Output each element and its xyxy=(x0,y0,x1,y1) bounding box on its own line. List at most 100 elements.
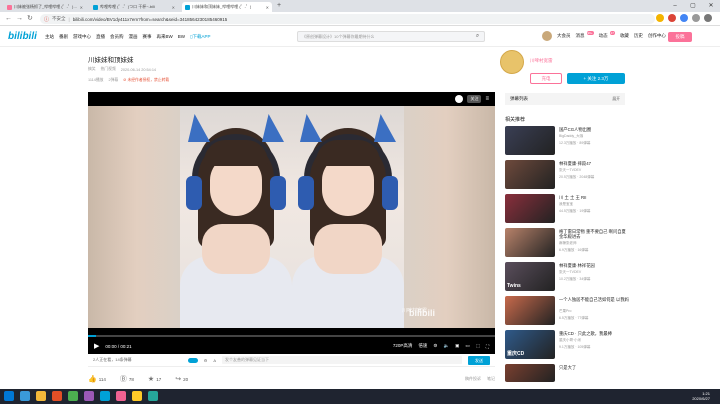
quality-selector[interactable]: 720P高清 xyxy=(393,343,413,349)
related-thumbnail[interactable]: Twins xyxy=(505,262,555,291)
danmaku-list-expand[interactable]: 展开 xyxy=(612,97,620,102)
related-up[interactable]: 麻辣张老师 xyxy=(559,241,629,246)
up-mini-avatar[interactable] xyxy=(455,95,464,103)
browser-tab-2[interactable]: 哔哩哔哩 (゜-゜)つロ 干杯~-bili ✕ xyxy=(90,2,178,12)
volume-icon[interactable]: 🔈 xyxy=(443,343,449,349)
related-thumbnail[interactable] xyxy=(505,160,555,189)
up-name[interactable]: 川啤村宽雷 xyxy=(530,58,553,64)
upload-button[interactable]: 投稿 xyxy=(668,32,692,42)
taskbar-app-icon[interactable] xyxy=(84,391,94,401)
related-thumbnail[interactable] xyxy=(505,296,555,325)
taskbar-clock[interactable]: 1:21 2020/6/27 xyxy=(692,391,710,401)
related-title[interactable]: 林祥夏康·林祥花园 xyxy=(559,263,629,268)
forward-icon[interactable]: → xyxy=(16,14,23,24)
related-title[interactable]: 格丁雷日常物 重不要自己 啊问自夏金华殿进去 xyxy=(559,229,629,239)
nav-item[interactable]: 游戏中心 xyxy=(73,34,91,40)
report-link[interactable]: 稿件投诉 xyxy=(465,376,481,382)
category-link[interactable]: 搞笑 xyxy=(88,67,96,72)
video-frame[interactable]: 川啤村宽雷 bilibili xyxy=(88,106,495,328)
bilibili-logo[interactable]: bilibili xyxy=(8,31,37,42)
related-title[interactable]: 只是大了 xyxy=(559,365,629,370)
player-follow-button[interactable]: 关注 xyxy=(467,95,482,103)
up-avatar[interactable] xyxy=(500,50,524,74)
video-player[interactable]: 关注 ≡ 川啤村宽雷 bilibili ▶ 00:00 / 00:21 720P… xyxy=(88,92,495,354)
like-button[interactable]: 👍 114 xyxy=(88,375,106,383)
taskbar-app-icon[interactable] xyxy=(100,391,110,401)
related-up[interactable]: 我是宝宝 xyxy=(559,202,629,207)
menu-icon[interactable] xyxy=(704,14,712,22)
nav-item[interactable]: BW xyxy=(178,34,185,40)
extension-icon[interactable] xyxy=(668,14,676,22)
nav-messages[interactable]: 消息 xyxy=(576,33,585,39)
charge-button[interactable]: 充电 xyxy=(530,73,562,84)
nav-dynamic[interactable]: 动态 xyxy=(599,33,608,39)
nav-item[interactable]: 番剧 xyxy=(59,34,68,40)
info-icon[interactable]: ⓘ xyxy=(44,16,49,23)
close-tab-icon[interactable]: ✕ xyxy=(80,5,83,10)
danmaku-input[interactable]: 发个友善的弹幕见证当下 xyxy=(222,356,462,364)
nav-item[interactable]: 会员购 xyxy=(110,34,124,40)
related-up[interactable]: 重庆小哥·小米 xyxy=(559,338,629,343)
browser-tab-3[interactable]: 川妹妹和顶妹妹_哔哩哔哩 (゜-゜) ✕ xyxy=(182,2,272,12)
related-thumbnail[interactable] xyxy=(505,194,555,223)
danmaku-list-header[interactable]: 弹幕列表 展开 xyxy=(505,93,625,105)
related-item[interactable]: 一个人独居不能自己活如何是 以我妈 芒果Pro 6.5万播放 · 77弹幕 xyxy=(505,296,630,330)
related-thumbnail[interactable]: 重庆CD xyxy=(505,330,555,359)
nav-history[interactable]: 历史 xyxy=(634,33,643,39)
nav-vip[interactable]: 大会员 xyxy=(557,33,571,39)
search-input[interactable]: 《原创弹幕设计》10个弹幕你最期待什么 ⌕ xyxy=(297,31,485,42)
browser-tab-1[interactable]: 川妹被张杨抓了_哔哩哔哩 (゜-゜)つロ ✕ xyxy=(4,2,86,12)
related-item[interactable]: 格丁雷日常物 重不要自己 啊问自夏金华殿进去 麻辣张老师 6.9万播放 · 16… xyxy=(505,228,630,262)
start-icon[interactable] xyxy=(4,391,14,401)
search-icon[interactable]: ⌕ xyxy=(473,33,482,41)
related-title[interactable]: 一个人独居不能自己活如何是 以我妈 xyxy=(559,297,629,307)
notes-link[interactable]: 笔记 xyxy=(487,376,495,382)
progress-bar[interactable] xyxy=(88,335,495,337)
close-tab-icon[interactable]: ✕ xyxy=(172,5,175,10)
play-icon[interactable]: ▶ xyxy=(94,342,99,350)
nav-item[interactable]: 直播 xyxy=(96,34,105,40)
related-up[interactable]: 张天一TVDEV xyxy=(559,168,629,173)
download-app-link[interactable]: ▯下载APP xyxy=(190,34,211,40)
danmaku-settings-icon[interactable]: ⚙ xyxy=(204,358,208,363)
nav-item[interactable]: 漫画 xyxy=(129,34,138,40)
related-title[interactable]: 林祥夏康·摔跤47 xyxy=(559,161,629,166)
taskbar-app-icon[interactable] xyxy=(132,391,142,401)
star-icon[interactable] xyxy=(656,14,664,22)
fullscreen-icon[interactable]: ⛶ xyxy=(486,344,489,349)
related-title[interactable]: 重庆CD · 只此之歌，我最棒 xyxy=(559,331,629,336)
related-item[interactable]: 林祥夏康·摔跤47 张天一TVDEV 20.5万播放 · 2048弹幕 xyxy=(505,160,630,194)
danmaku-toggle[interactable] xyxy=(187,357,198,363)
profile-icon[interactable] xyxy=(692,14,700,22)
widescreen-icon[interactable]: ▭ xyxy=(465,343,469,349)
related-up[interactable]: 张天一TVDEV xyxy=(559,270,629,275)
reload-icon[interactable]: ↻ xyxy=(27,14,33,24)
close-window-icon[interactable]: ✕ xyxy=(702,0,720,12)
nav-item[interactable]: 主站 xyxy=(45,34,54,40)
taskbar-app-icon[interactable] xyxy=(20,391,30,401)
pip-icon[interactable]: ▣ xyxy=(455,343,459,349)
related-thumbnail[interactable] xyxy=(505,228,555,257)
taskbar-app-icon[interactable] xyxy=(52,391,62,401)
share-button[interactable]: ↪ 20 xyxy=(175,375,188,383)
related-thumbnail[interactable] xyxy=(505,126,555,155)
maximize-icon[interactable]: ▢ xyxy=(684,0,702,12)
related-thumbnail[interactable] xyxy=(505,364,555,382)
subcategory-link[interactable]: 热门视频 xyxy=(101,67,116,72)
taskbar-app-icon[interactable] xyxy=(148,391,158,401)
minimize-icon[interactable]: – xyxy=(666,0,684,12)
nav-item[interactable]: 赛事 xyxy=(143,34,152,40)
taskbar-app-icon[interactable] xyxy=(68,391,78,401)
related-up[interactable]: 芒果Pro xyxy=(559,309,629,314)
danmaku-send-button[interactable]: 发送 xyxy=(468,355,490,365)
nav-favorites[interactable]: 收藏 xyxy=(620,33,629,39)
avatar[interactable] xyxy=(542,31,552,41)
related-title[interactable]: 国产CG人物出圈 xyxy=(559,127,629,132)
nav-creator[interactable]: 创作中心 xyxy=(648,33,666,39)
nav-item[interactable]: 再来BW xyxy=(157,34,173,40)
related-title[interactable]: 川 土 土 王 RII xyxy=(559,195,629,200)
related-item[interactable]: 国产CG人物出圈 BigDaddy_大咖 12.3万播放 · 89弹幕 xyxy=(505,126,630,160)
player-menu-icon[interactable]: ≡ xyxy=(485,96,489,102)
close-tab-icon[interactable]: ✕ xyxy=(266,5,269,10)
related-item[interactable]: 重庆CD 重庆CD · 只此之歌，我最棒 重庆小哥·小米 9.1万播放 · 10… xyxy=(505,330,630,364)
